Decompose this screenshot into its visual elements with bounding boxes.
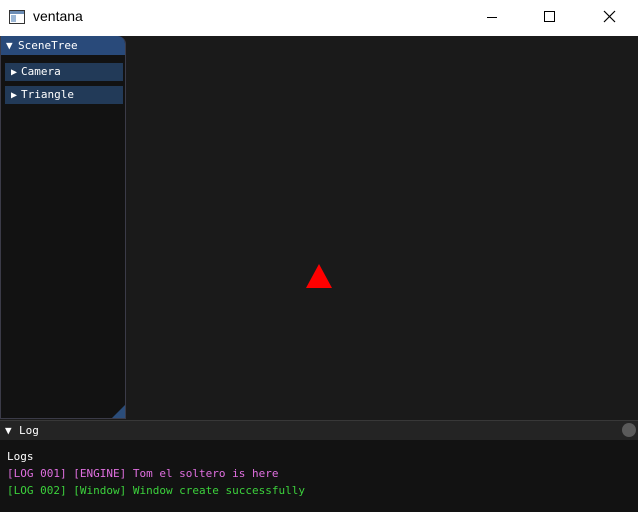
maximize-button[interactable] bbox=[521, 0, 579, 36]
red-triangle-shape bbox=[306, 264, 332, 288]
log-header[interactable]: ▼ Log bbox=[0, 420, 638, 440]
tree-item-label: Camera bbox=[21, 65, 61, 78]
tree-item-triangle[interactable]: ▶ Triangle bbox=[5, 86, 123, 104]
scene-tree-header[interactable]: ▼ SceneTree bbox=[1, 36, 125, 55]
app-window-icon bbox=[9, 10, 25, 24]
minimize-button[interactable] bbox=[463, 0, 521, 36]
close-icon bbox=[603, 10, 616, 23]
resize-grip[interactable] bbox=[112, 405, 125, 418]
scene-tree-window: ▼ SceneTree ▶ Camera ▶ Triangle bbox=[0, 36, 126, 419]
maximize-icon bbox=[544, 11, 555, 22]
logs-heading: Logs bbox=[7, 450, 34, 463]
triangle-shape bbox=[306, 264, 332, 288]
log-close-button[interactable] bbox=[622, 423, 636, 437]
triangle-right-icon[interactable]: ▶ bbox=[5, 87, 21, 105]
log-window: ▼ Log Logs [LOG 001] [ENGINE] Tom el solt… bbox=[0, 420, 638, 512]
close-button[interactable] bbox=[580, 0, 638, 36]
title-bar: ventana bbox=[0, 0, 638, 36]
collapse-arrow-icon[interactable]: ▼ bbox=[5, 421, 19, 440]
tree-item-camera[interactable]: ▶ Camera bbox=[5, 63, 123, 81]
triangle-right-icon[interactable]: ▶ bbox=[5, 64, 21, 82]
log-title: Log bbox=[19, 424, 39, 437]
scene-tree-title: SceneTree bbox=[18, 39, 78, 52]
log-line: [LOG 001] [ENGINE] Tom el soltero is her… bbox=[7, 467, 279, 480]
tree-item-label: Triangle bbox=[21, 88, 74, 101]
log-line: [LOG 002] [Window] Window create success… bbox=[7, 484, 306, 497]
collapse-arrow-icon[interactable]: ▼ bbox=[6, 36, 18, 55]
log-body: Logs [LOG 001] [ENGINE] Tom el soltero i… bbox=[0, 440, 638, 499]
minimize-icon bbox=[487, 17, 497, 18]
window-title: ventana bbox=[33, 8, 83, 24]
